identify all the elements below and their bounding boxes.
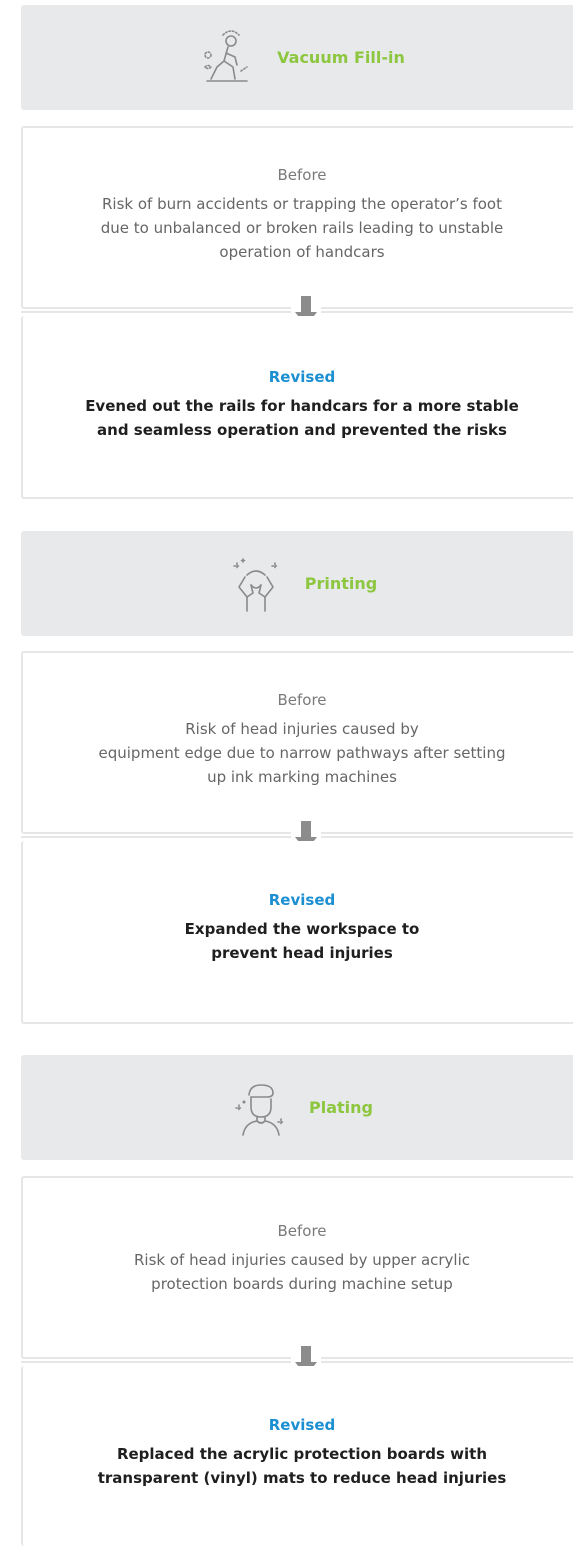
before-card: Before Risk of head injuries caused by u… [21,1176,573,1359]
section-header-vacuum-fill-in: Vacuum Fill-in [21,5,573,110]
revised-card: Revised Expanded the workspace to preven… [21,841,573,1024]
revised-card: Revised Evened out the rails for handcar… [21,316,573,499]
worker-head-icon [229,1077,291,1139]
section-header-plating: Plating [21,1055,573,1160]
before-label: Before [277,691,327,709]
before-text: Risk of head injuries caused by upper ac… [133,1251,471,1293]
revised-text: Evened out the rails for handcars for a … [85,397,519,439]
revised-label: Revised [268,891,336,909]
before-text: Risk of burn accidents or trapping the o… [100,195,504,261]
revised-label: Revised [268,1416,336,1434]
section-title: Plating [309,1098,373,1117]
section-title: Vacuum Fill-in [277,48,405,67]
before-card: Before Risk of burn accidents or trappin… [21,126,573,309]
before-label: Before [277,166,327,184]
before-text: Risk of head injuries caused by equipmen… [98,720,506,786]
revised-label: Revised [268,368,336,386]
before-label: Before [277,1222,327,1240]
head-injury-icon [225,553,287,615]
section-header-printing: Printing [21,531,573,636]
revised-text: Expanded the workspace to prevent head i… [184,920,420,962]
before-card: Before Risk of head injuries caused by e… [21,651,573,834]
section-title: Printing [304,574,378,593]
kneeling-worker-icon [197,27,259,89]
revised-text: Replaced the acrylic protection boards w… [97,1445,507,1487]
revised-card: Revised Replaced the acrylic protection … [21,1366,573,1546]
